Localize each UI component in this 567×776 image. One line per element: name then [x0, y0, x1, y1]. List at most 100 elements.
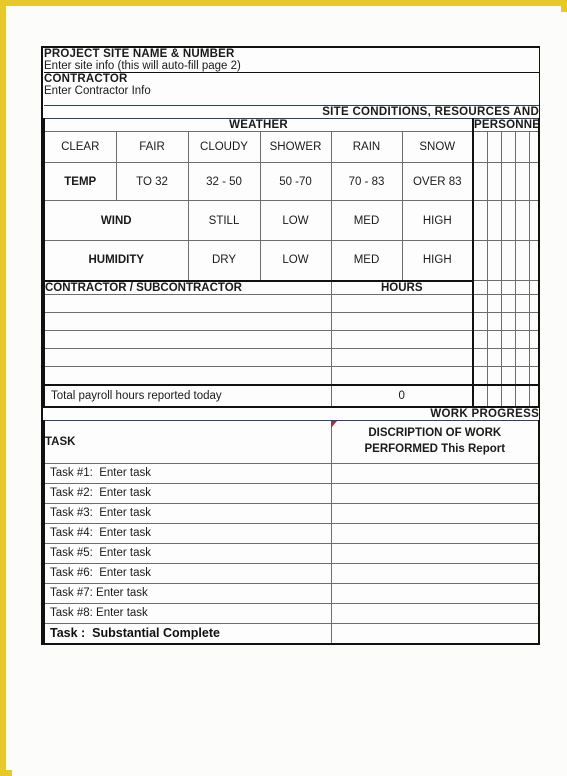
task-label-6[interactable]: Task #6: Enter task — [43, 562, 332, 584]
personnel-cell[interactable] — [472, 240, 488, 281]
personnel-cell[interactable] — [486, 347, 502, 367]
personnel-cell[interactable] — [528, 280, 541, 295]
personnel-cell[interactable] — [528, 311, 541, 331]
personnel-cell[interactable] — [472, 329, 488, 349]
task-label-5[interactable]: Task #5: Enter task — [43, 542, 332, 564]
wind-value-3[interactable]: MED — [330, 200, 403, 241]
weather-condition-rain[interactable]: RAIN — [330, 131, 403, 163]
personnel-cell[interactable] — [472, 280, 488, 295]
project-site-input[interactable]: Enter site info (this will auto-fill pag… — [44, 60, 540, 73]
task-description-1[interactable] — [330, 462, 541, 484]
personnel-cell[interactable] — [514, 240, 530, 281]
personnel-cell[interactable] — [486, 280, 502, 295]
humidity-value-1[interactable]: DRY — [187, 240, 261, 281]
task-description-2[interactable] — [330, 482, 541, 504]
personnel-cell[interactable] — [500, 280, 516, 295]
contractor-name-input[interactable] — [43, 365, 332, 385]
task-label-7[interactable]: Task #7: Enter task — [43, 582, 332, 604]
personnel-cell[interactable] — [500, 200, 516, 241]
personnel-cell[interactable] — [528, 200, 541, 241]
personnel-cell[interactable] — [500, 240, 516, 281]
task-description-substantial-complete[interactable] — [330, 622, 541, 645]
personnel-cell[interactable] — [528, 347, 541, 367]
personnel-cell[interactable] — [528, 131, 541, 163]
personnel-cell[interactable] — [528, 162, 541, 201]
personnel-cell[interactable] — [528, 383, 541, 408]
humidity-value-4[interactable]: HIGH — [401, 240, 474, 281]
personnel-cell[interactable] — [514, 311, 530, 331]
temp-value-3[interactable]: 50 -70 — [259, 162, 332, 201]
personnel-cell[interactable] — [514, 365, 530, 385]
contractor-input[interactable]: Enter Contractor Info — [44, 85, 540, 97]
task-label-4[interactable]: Task #4: Enter task — [43, 522, 332, 544]
personnel-cell[interactable] — [514, 162, 530, 201]
personnel-cell[interactable] — [528, 329, 541, 349]
personnel-cell[interactable] — [472, 365, 488, 385]
personnel-cell[interactable] — [528, 365, 541, 385]
personnel-cell[interactable] — [500, 365, 516, 385]
personnel-cell[interactable] — [514, 200, 530, 241]
personnel-cell[interactable] — [472, 311, 488, 331]
weather-condition-cloudy[interactable]: CLOUDY — [187, 131, 261, 163]
personnel-cell[interactable] — [500, 383, 516, 408]
personnel-cell[interactable] — [472, 383, 488, 408]
personnel-cell[interactable] — [500, 293, 516, 313]
personnel-cell[interactable] — [486, 200, 502, 241]
personnel-cell[interactable] — [472, 293, 488, 313]
personnel-cell[interactable] — [472, 347, 488, 367]
personnel-cell[interactable] — [514, 131, 530, 163]
wind-value-1[interactable]: STILL — [187, 200, 261, 241]
personnel-cell[interactable] — [486, 311, 502, 331]
task-description-8[interactable] — [330, 602, 541, 624]
task-description-7[interactable] — [330, 582, 541, 604]
personnel-cell[interactable] — [486, 162, 502, 201]
task-label-1[interactable]: Task #1: Enter task — [43, 462, 332, 484]
weather-condition-snow[interactable]: SNOW — [401, 131, 474, 163]
task-description-6[interactable] — [330, 562, 541, 584]
contractor-name-input[interactable] — [43, 293, 332, 313]
contractor-name-input[interactable] — [43, 329, 332, 349]
wind-value-4[interactable]: HIGH — [401, 200, 474, 241]
personnel-cell[interactable] — [486, 240, 502, 281]
personnel-cell[interactable] — [528, 293, 541, 313]
temp-value-5[interactable]: OVER 83 — [401, 162, 474, 201]
personnel-cell[interactable] — [472, 200, 488, 241]
task-label-substantial-complete[interactable]: Task : Substantial Complete — [43, 622, 332, 645]
personnel-cell[interactable] — [500, 131, 516, 163]
personnel-cell[interactable] — [500, 329, 516, 349]
personnel-cell[interactable] — [514, 347, 530, 367]
personnel-cell[interactable] — [486, 383, 502, 408]
contractor-hours-input[interactable] — [330, 311, 474, 331]
task-label-2[interactable]: Task #2: Enter task — [43, 482, 332, 504]
contractor-hours-input[interactable] — [330, 365, 474, 385]
contractor-name-input[interactable] — [43, 311, 332, 331]
personnel-cell[interactable] — [472, 162, 488, 201]
contractor-hours-input[interactable] — [330, 329, 474, 349]
personnel-cell[interactable] — [500, 347, 516, 367]
personnel-cell[interactable] — [486, 365, 502, 385]
personnel-cell[interactable] — [514, 329, 530, 349]
temp-value-4[interactable]: 70 - 83 — [330, 162, 403, 201]
temp-value-2[interactable]: 32 - 50 — [187, 162, 261, 201]
task-description-3[interactable] — [330, 502, 541, 524]
task-description-4[interactable] — [330, 522, 541, 544]
personnel-cell[interactable] — [500, 311, 516, 331]
personnel-cell[interactable] — [486, 131, 502, 163]
humidity-value-2[interactable]: LOW — [259, 240, 332, 281]
wind-value-2[interactable]: LOW — [259, 200, 332, 241]
task-label-8[interactable]: Task #8: Enter task — [43, 602, 332, 624]
contractor-name-input[interactable] — [43, 347, 332, 367]
personnel-cell[interactable] — [514, 280, 530, 295]
personnel-cell[interactable] — [528, 240, 541, 281]
weather-condition-clear[interactable]: CLEAR — [43, 131, 117, 163]
contractor-hours-input[interactable] — [330, 293, 474, 313]
personnel-cell[interactable] — [514, 293, 530, 313]
task-description-5[interactable] — [330, 542, 541, 564]
task-label-3[interactable]: Task #3: Enter task — [43, 502, 332, 524]
personnel-cell[interactable] — [486, 329, 502, 349]
personnel-cell[interactable] — [500, 162, 516, 201]
weather-condition-shower[interactable]: SHOWER — [259, 131, 332, 163]
personnel-cell[interactable] — [486, 293, 502, 313]
personnel-cell[interactable] — [472, 131, 488, 163]
personnel-cell[interactable] — [514, 383, 530, 408]
